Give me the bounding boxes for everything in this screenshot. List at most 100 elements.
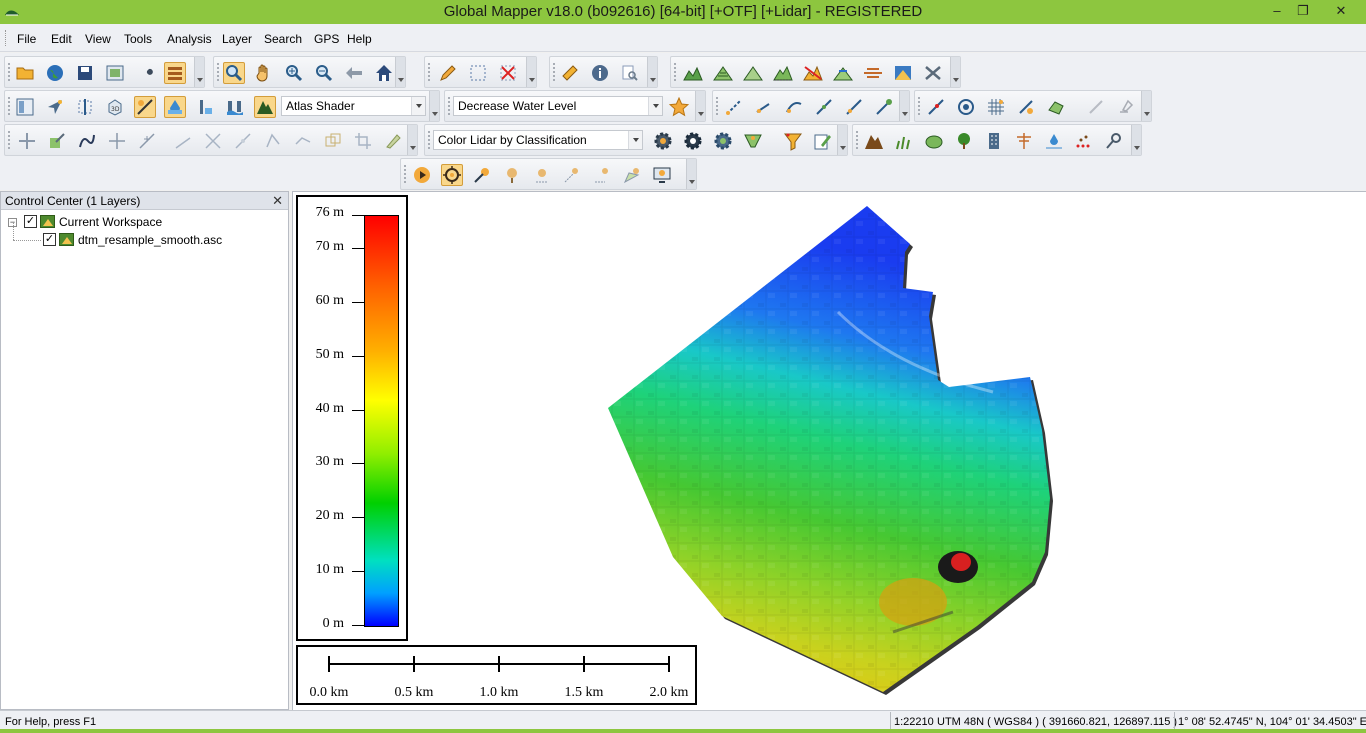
low-vegetation-icon[interactable] (893, 130, 915, 152)
toolbar-grip[interactable] (856, 131, 859, 149)
menu-analysis[interactable]: Analysis (167, 32, 212, 46)
toolbar-grip[interactable] (428, 63, 431, 81)
reshape-icon[interactable] (76, 130, 98, 152)
join-line-icon[interactable] (843, 96, 865, 118)
close-window-button[interactable]: ✕ (1326, 0, 1356, 22)
snap-icon[interactable] (172, 130, 194, 152)
config-panel-icon[interactable] (14, 96, 36, 118)
layers-icon[interactable] (164, 62, 186, 84)
move-vertex-icon[interactable] (16, 130, 38, 152)
vertex-line-icon[interactable] (873, 96, 895, 118)
measure-line-icon[interactable] (925, 96, 947, 118)
gps-start-icon[interactable] (411, 164, 433, 186)
lidar-settings-icon[interactable] (682, 130, 704, 152)
gps-screen-icon[interactable] (651, 164, 673, 186)
area-split-icon[interactable] (1015, 96, 1037, 118)
water-class-icon[interactable] (1043, 130, 1065, 152)
gps-waypoint-icon[interactable] (501, 164, 523, 186)
map-window-icon[interactable] (104, 62, 126, 84)
gps-mark-icon[interactable] (471, 164, 493, 186)
menu-grip[interactable] (5, 30, 8, 46)
menu-help[interactable]: Help (347, 32, 372, 46)
gps-line-icon[interactable] (561, 164, 583, 186)
lidar-color-select[interactable]: Color Lidar by Classification (433, 130, 643, 150)
pencil-icon[interactable] (437, 62, 459, 84)
offset-icon[interactable] (262, 130, 284, 152)
zoom-tool-icon[interactable] (223, 62, 245, 84)
toolbar-grip[interactable] (448, 97, 451, 115)
home-icon[interactable] (373, 62, 395, 84)
menu-search[interactable]: Search (264, 32, 302, 46)
scale-icon[interactable] (232, 130, 254, 152)
grid-edit-icon[interactable] (985, 96, 1007, 118)
wrench-icon[interactable] (134, 62, 156, 84)
toolbar-overflow-button[interactable] (194, 57, 204, 87)
power-line-icon[interactable] (1013, 130, 1035, 152)
edit-line-icon[interactable] (753, 96, 775, 118)
toolbar-grip[interactable] (217, 63, 220, 81)
tree-icon[interactable] (953, 130, 975, 152)
terrain-profile-icon[interactable] (682, 62, 704, 84)
disabled-area-icon[interactable] (1115, 96, 1137, 118)
close-icon[interactable]: ✕ (272, 192, 283, 210)
maximize-button[interactable]: ❐ (1288, 0, 1318, 22)
toolbar-overflow-button[interactable] (837, 125, 847, 155)
toolbar-grip[interactable] (8, 131, 11, 149)
menu-layer[interactable]: Layer (222, 32, 252, 46)
smooth-icon[interactable] (292, 130, 314, 152)
gps-area-icon[interactable] (621, 164, 643, 186)
toolbar-grip[interactable] (8, 97, 11, 115)
chevron-down-icon[interactable] (411, 97, 425, 115)
target-icon[interactable] (955, 96, 977, 118)
toolbar-overflow-button[interactable] (899, 91, 909, 121)
ground-class-icon[interactable] (863, 130, 885, 152)
add-vertex-icon[interactable] (136, 130, 158, 152)
toolbar-grip[interactable] (716, 97, 719, 115)
contour-generate-icon[interactable] (712, 62, 734, 84)
menu-file[interactable]: File (17, 32, 36, 46)
flood-icon[interactable] (224, 96, 246, 118)
toolbar-overflow-button[interactable] (429, 91, 439, 121)
cross-section-icon[interactable] (862, 62, 884, 84)
info-icon[interactable] (589, 62, 611, 84)
toolbar-grip[interactable] (553, 63, 556, 81)
menu-edit[interactable]: Edit (51, 32, 72, 46)
zoom-in-icon[interactable] (283, 62, 305, 84)
toolbar-overflow-button[interactable] (950, 57, 960, 87)
pan-hand-icon[interactable] (253, 62, 275, 84)
3d-view-icon[interactable] (892, 62, 914, 84)
toolbar-overflow-button[interactable] (395, 57, 405, 87)
curve-line-icon[interactable] (783, 96, 805, 118)
toolbar-grip[interactable] (918, 97, 921, 115)
split-line-icon[interactable] (813, 96, 835, 118)
menu-tools[interactable]: Tools (124, 32, 152, 46)
elevation-raster[interactable] (293, 192, 1366, 710)
noise-points-icon[interactable] (1073, 130, 1095, 152)
toolbar-overflow-button[interactable] (407, 125, 417, 155)
feature-search-icon[interactable] (619, 62, 641, 84)
menu-gps[interactable]: GPS (314, 32, 339, 46)
ruler-icon[interactable] (559, 62, 581, 84)
toolbar-overflow-button[interactable] (1141, 91, 1151, 121)
toolbar-overflow-button[interactable] (526, 57, 536, 87)
building-icon[interactable] (983, 130, 1005, 152)
shader-mountain-icon[interactable] (254, 96, 276, 118)
map-view[interactable]: 76 m 70 m 60 m 50 m 40 m 30 m 20 m 10 m … (292, 191, 1366, 710)
workspace-row[interactable]: − ✓ Current Workspace (8, 214, 278, 230)
delete-x-icon[interactable] (497, 62, 519, 84)
workspace-checkbox[interactable]: ✓ (24, 215, 37, 228)
open-folder-icon[interactable] (14, 62, 36, 84)
shader-select[interactable]: Atlas Shader (281, 96, 426, 116)
line-of-sight-icon[interactable] (832, 62, 854, 84)
create-line-icon[interactable] (723, 96, 745, 118)
disabled-edit-icon[interactable] (1085, 96, 1107, 118)
light-direction-icon[interactable] (44, 96, 66, 118)
select-rectangle-icon[interactable] (467, 62, 489, 84)
view-shed-icon[interactable] (742, 62, 764, 84)
toolbar-grip[interactable] (8, 63, 11, 81)
eraser-icon[interactable] (382, 130, 404, 152)
gps-track-icon[interactable] (441, 164, 463, 186)
toolbar-overflow-button[interactable] (1131, 125, 1141, 155)
area-create-icon[interactable] (1045, 96, 1067, 118)
lidar-edit-icon[interactable] (812, 130, 834, 152)
